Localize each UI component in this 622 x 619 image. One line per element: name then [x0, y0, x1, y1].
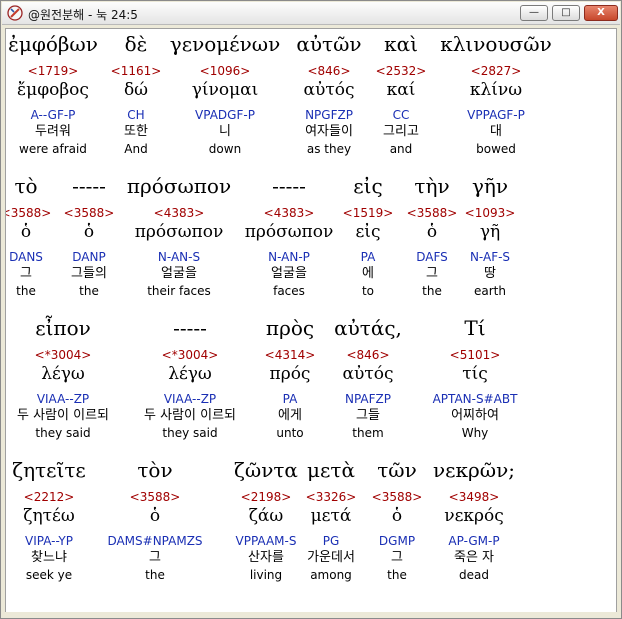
window-title: @원전분해 - 눅 24:5: [28, 8, 138, 22]
interlinear-panel[interactable]: ἐμφόβων <1719> ἔμφοβος A--GF-P 두려워 were afrai…: [5, 28, 617, 615]
greek-word: Τί: [464, 316, 486, 340]
korean-gloss: 죽은 자: [453, 550, 494, 565]
english-gloss: bowed: [476, 142, 516, 156]
strong-number: <*3004>: [34, 348, 92, 362]
korean-gloss: 대: [490, 124, 502, 139]
app-icon: [7, 5, 23, 21]
maximize-button[interactable]: □: [552, 5, 580, 21]
english-gloss: dead: [459, 568, 489, 582]
word-cell[interactable]: Τί <5101> τίς APTAN-S#ABT 어찌하여 Why: [410, 315, 540, 441]
word-cell[interactable]: γῆν <1093> γῆ N-AF-S 땅 earth: [425, 173, 555, 299]
lemma-word: γῆ: [479, 222, 501, 242]
title-bar[interactable]: @원전분해 - 눅 24:5 — □ X: [2, 2, 620, 25]
lemma-word: τίς: [462, 364, 488, 384]
korean-gloss: 땅: [484, 266, 496, 281]
parsing-code: VIAA--ZP: [36, 392, 90, 406]
strong-number: <1093>: [464, 206, 516, 220]
korean-gloss: 어찌하여: [451, 408, 499, 423]
word-cell[interactable]: εἶπον <*3004> λέγω VIAA--ZP 두 사람이 이르되 they sa…: [6, 315, 128, 441]
minimize-button[interactable]: —: [520, 5, 548, 21]
english-gloss: earth: [474, 284, 506, 298]
korean-gloss: 두 사람이 이르되: [17, 408, 109, 423]
strong-number: <3498>: [448, 490, 500, 504]
lemma-word: λέγω: [41, 364, 85, 384]
word-cell[interactable]: κλινουσῶν <2827> κλίνω VPPAGF-P 대 bowed: [431, 31, 561, 157]
word-cell[interactable]: νεκρῶν; <3498> νεκρός AP-GM-P 죽은 자 dead: [409, 457, 539, 583]
english-gloss: Why: [461, 426, 489, 440]
app-window: @원전분해 - 눅 24:5 — □ X ἐμφόβων <1719> ἔμφοβο…: [0, 0, 622, 619]
parsing-code: AP-GM-P: [448, 534, 500, 548]
window-bottom-edge: [5, 612, 617, 618]
greek-word: κλινουσῶν: [440, 32, 552, 56]
parsing-code: N-AF-S: [469, 250, 511, 264]
lemma-word: κλίνω: [469, 80, 523, 100]
greek-word: εἶπον: [35, 316, 91, 340]
greek-word: νεκρῶν;: [433, 458, 515, 482]
strong-number: <5101>: [449, 348, 501, 362]
parsing-code: APTAN-S#ABT: [432, 392, 518, 406]
strong-number: <2827>: [470, 64, 522, 78]
english-gloss: they said: [35, 426, 91, 440]
close-button[interactable]: X: [584, 5, 618, 21]
parsing-code: VPPAGF-P: [467, 108, 525, 122]
lemma-word: νεκρός: [444, 506, 504, 526]
greek-word: γῆν: [471, 174, 509, 198]
